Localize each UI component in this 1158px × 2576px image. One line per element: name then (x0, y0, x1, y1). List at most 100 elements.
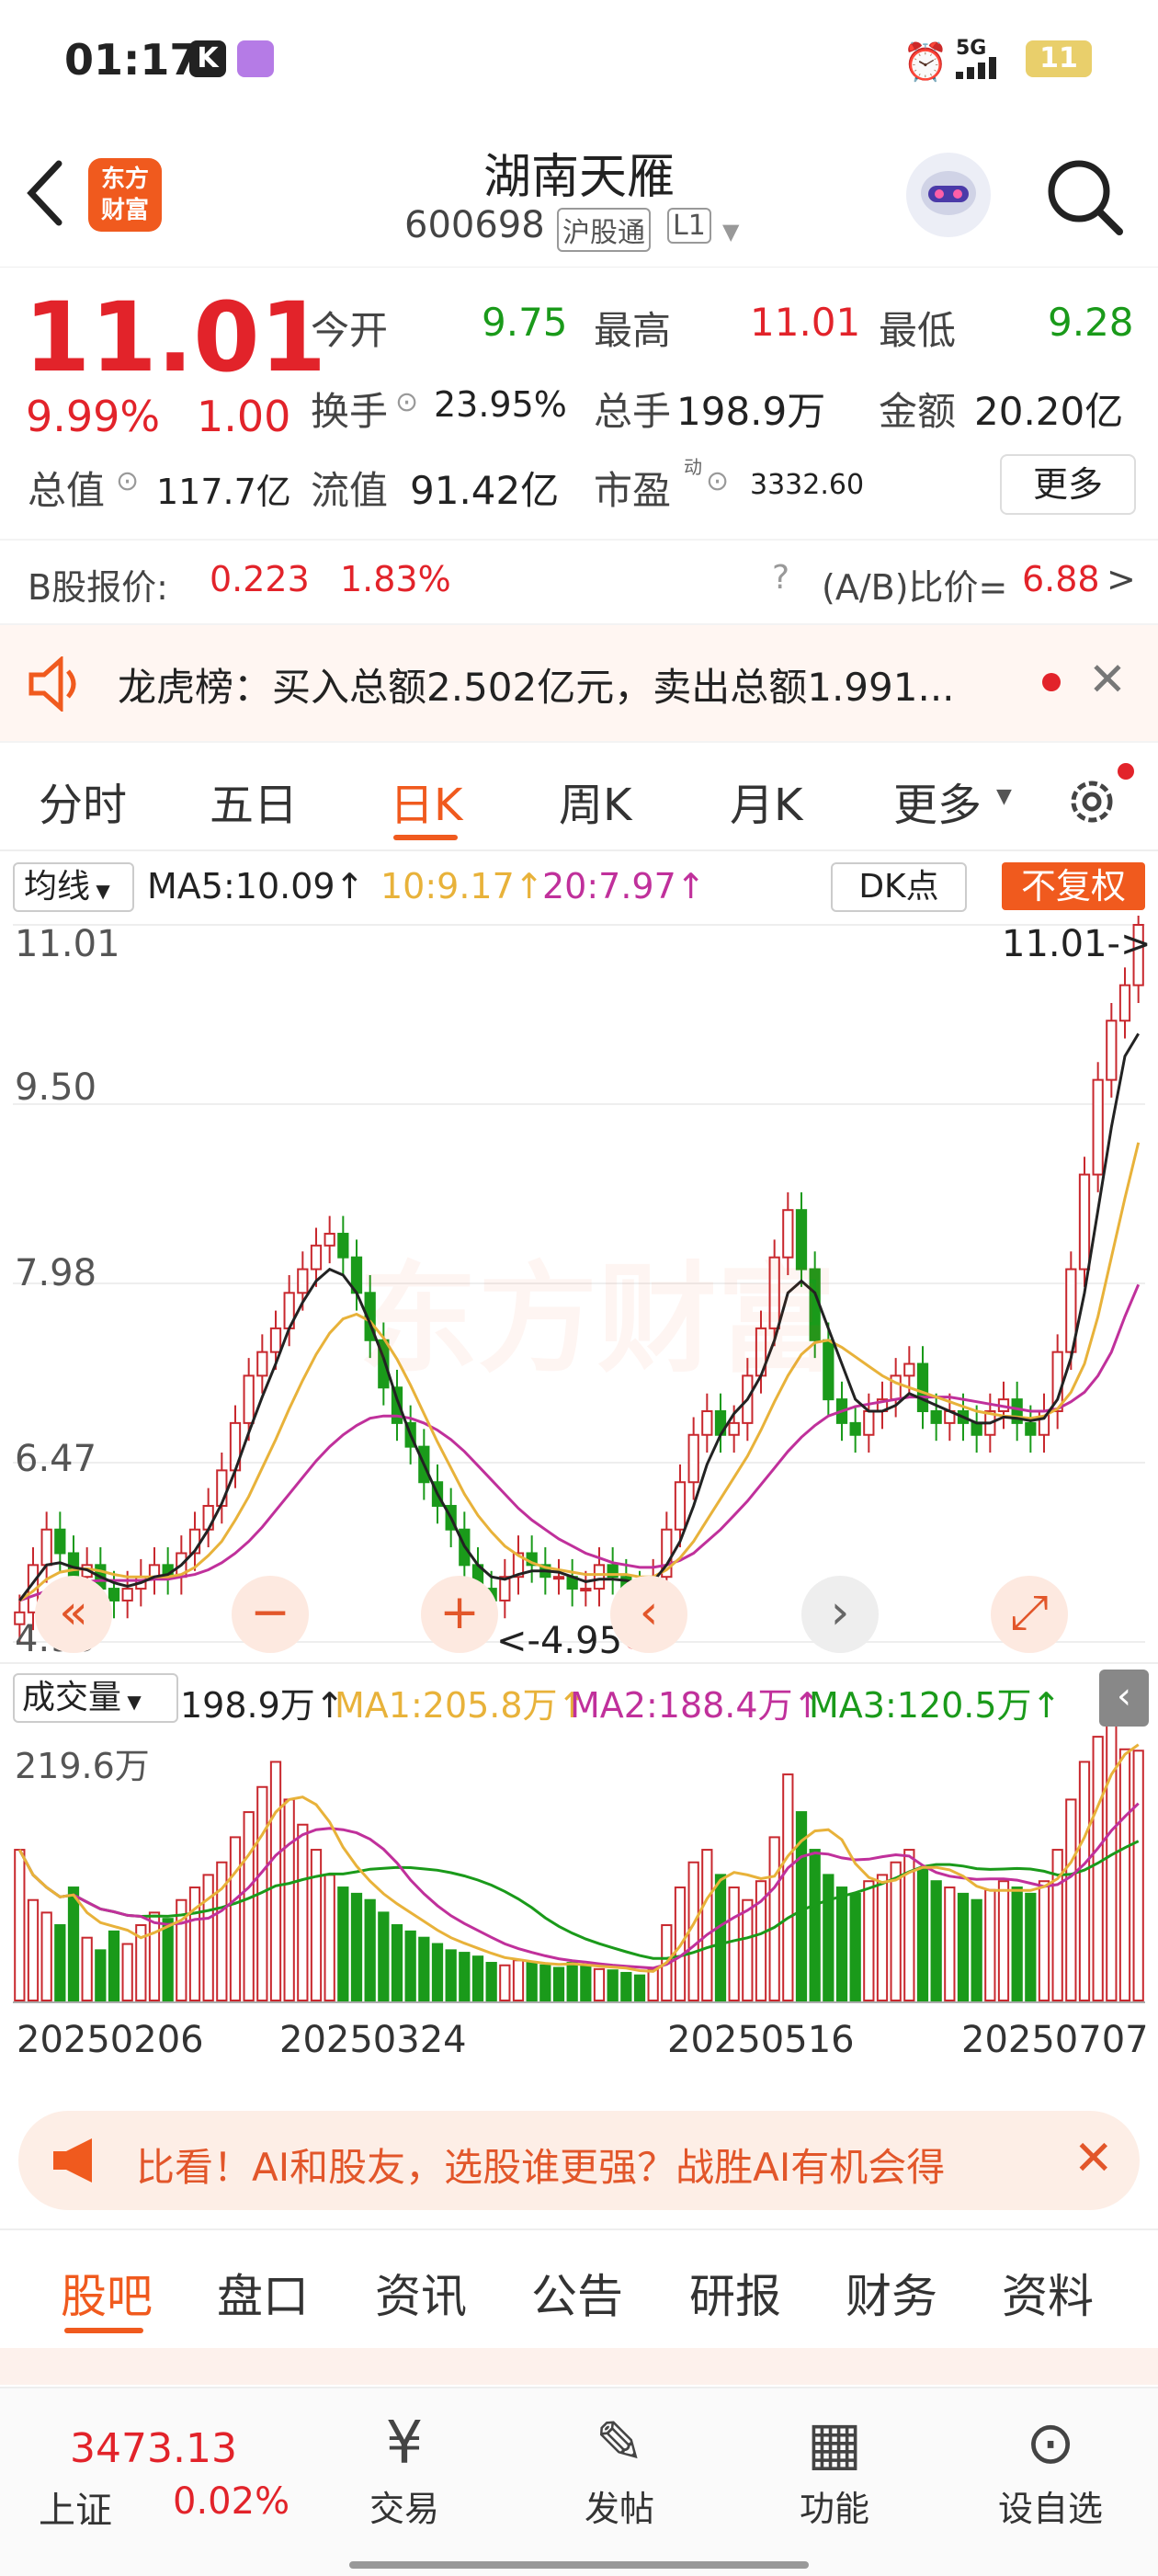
candle-body (256, 1351, 268, 1377)
tab-news[interactable]: 资讯 (375, 2260, 467, 2326)
notice-text[interactable]: 龙虎榜：买入总额2.502亿元，卖出总额1.991... (118, 656, 955, 712)
scroll-right-icon[interactable]: › (801, 1576, 879, 1653)
volume-bar (944, 1886, 956, 2002)
turnover-label: 换手 (311, 389, 389, 434)
unread-dot (1042, 673, 1061, 691)
index-pct[interactable]: 0.02% (173, 2480, 290, 2523)
volume-bar (431, 1943, 444, 2001)
kline-svg[interactable] (0, 906, 1158, 2102)
volume-bar (40, 1911, 52, 2001)
tab-indicator (393, 835, 458, 840)
volume-bar (984, 1888, 996, 2001)
float-value: 91.42亿 (410, 468, 560, 513)
help-icon[interactable]: ? (772, 559, 789, 597)
tab-monthly-k[interactable]: 月K (730, 769, 802, 833)
pe-dynamic-mark: 动 (684, 456, 702, 478)
volume-bar (566, 1962, 578, 2001)
nav-add-watchlist-label: 设自选 (997, 2489, 1103, 2529)
speaker-icon (28, 655, 86, 715)
scroll-left-fast-icon[interactable]: « (35, 1576, 112, 1653)
collapse-panel-icon[interactable]: ‹ (1099, 1670, 1149, 1727)
nav-functions[interactable]: ▦ 功能 (779, 2407, 890, 2531)
tab-research[interactable]: 研报 (689, 2260, 781, 2326)
more-button[interactable]: 更多 (1000, 454, 1136, 515)
zoom-out-icon[interactable]: − (232, 1576, 309, 1653)
megaphone-icon (50, 2137, 105, 2188)
volume-bar (148, 1911, 161, 2001)
tab-pankou[interactable]: 盘口 (217, 2260, 309, 2326)
volume-bar (701, 1849, 713, 2001)
ab-ratio-arrow[interactable]: > (1107, 559, 1136, 599)
volume-bar (1092, 1736, 1104, 2001)
index-name[interactable]: 上证 (39, 2480, 112, 2534)
nav-post[interactable]: ✎ 发帖 (564, 2407, 675, 2531)
dropdown-icon[interactable]: ▼ (722, 219, 739, 245)
search-icon[interactable] (1044, 156, 1127, 243)
candle-body (971, 1421, 982, 1436)
zoom-in-icon[interactable]: + (421, 1576, 498, 1653)
volume-select[interactable]: 成交量 ▼ (13, 1673, 178, 1723)
volume-bar (863, 1880, 875, 2002)
nav-trade-label: 交易 (369, 2489, 439, 2529)
tab-profile[interactable]: 资料 (1002, 2260, 1094, 2326)
candle-body (903, 1362, 915, 1377)
promo-banner[interactable]: 比看！AI和股友，选股谁更强？战胜AI有机会得 ✕ (18, 2111, 1140, 2210)
volume-bar (297, 1823, 309, 2001)
price-change-pct: 9.99% (26, 392, 161, 441)
index-value[interactable]: 3473.13 (70, 2425, 237, 2472)
candle-body (108, 1588, 120, 1601)
low-label: 最低 (879, 308, 957, 353)
y-tick-1: 9.50 (15, 1066, 97, 1109)
tab-finance[interactable]: 财务 (846, 2260, 937, 2326)
divider (0, 1662, 1158, 1664)
info-icon[interactable]: ⊙ (706, 465, 729, 497)
divider (0, 539, 1158, 541)
more-dots-icon: ⊙ (1026, 2410, 1075, 2478)
dk-point-select[interactable]: DK点 (831, 862, 967, 912)
nav-add-watchlist[interactable]: ⊙ 设自选 (982, 2407, 1119, 2531)
candle-body (121, 1588, 133, 1601)
bottom-nav: 3473.13 上证 0.02% ¥ 交易 ✎ 发帖 ▦ 功能 ⊙ 设自选 (0, 2387, 1158, 2576)
scroll-left-icon[interactable]: ‹ (610, 1576, 687, 1653)
notice-bar[interactable]: 龙虎榜：买入总额2.502亿元，卖出总额1.991... ✕ (0, 623, 1158, 743)
gear-icon[interactable] (1062, 772, 1121, 835)
volume-current: 198.9万↑ (180, 1685, 345, 1726)
volume-select-label: 成交量 (22, 1679, 122, 1716)
volume-bar (485, 1962, 497, 2001)
ma20-value: 20:7.97↑ (542, 866, 706, 906)
close-icon[interactable]: ✕ (1073, 2131, 1114, 2186)
info-icon[interactable]: ⊙ (395, 386, 418, 418)
tab-announcements[interactable]: 公告 (531, 2260, 623, 2326)
bshare-pct: 1.83% (340, 559, 451, 599)
tab-more[interactable]: 更多 (893, 769, 982, 833)
tab-guba[interactable]: 股吧 (61, 2260, 153, 2326)
tab-minute[interactable]: 分时 (39, 769, 127, 833)
level-tag[interactable]: L1 (667, 208, 711, 244)
ma-select[interactable]: 均线 ▼ (13, 862, 134, 912)
chevron-down-icon[interactable]: ▼ (996, 785, 1012, 808)
volume-bar (728, 1886, 740, 2002)
fullscreen-icon[interactable]: ⤢ (991, 1576, 1068, 1653)
price-adjust-button[interactable]: 不复权 (1002, 862, 1145, 910)
tab-5day[interactable]: 五日 (210, 769, 298, 833)
hk-connect-tag: 沪股通 (557, 208, 651, 252)
volume-bar (957, 1892, 970, 2001)
float-label: 流值 (311, 468, 389, 513)
volume-bar (108, 1930, 120, 2002)
volume-bar (633, 1974, 646, 2002)
close-icon[interactable]: ✕ (1088, 653, 1127, 706)
tab-weekly-k[interactable]: 周K (559, 769, 631, 833)
volume-bar (499, 1964, 511, 2002)
nav-trade[interactable]: ¥ 交易 (349, 2407, 460, 2531)
status-time: 01:17 (64, 35, 199, 85)
price-change: 1.00 (197, 392, 291, 441)
promo-text[interactable]: 比看！AI和股友，选股谁更强？战胜AI有机会得 (136, 2137, 1046, 2193)
candle-body (243, 1374, 255, 1424)
nav-functions-label: 功能 (799, 2489, 869, 2529)
tab-daily-k[interactable]: 日K (390, 769, 462, 833)
robot-avatar-icon[interactable] (906, 153, 991, 237)
info-icon[interactable]: ⊙ (116, 465, 139, 497)
kline-chart[interactable] (0, 906, 1158, 2102)
stock-header: 东方 财富 湖南天雁 600698 沪股通 L1 ▼ (0, 120, 1158, 268)
candle-body (40, 1528, 52, 1567)
